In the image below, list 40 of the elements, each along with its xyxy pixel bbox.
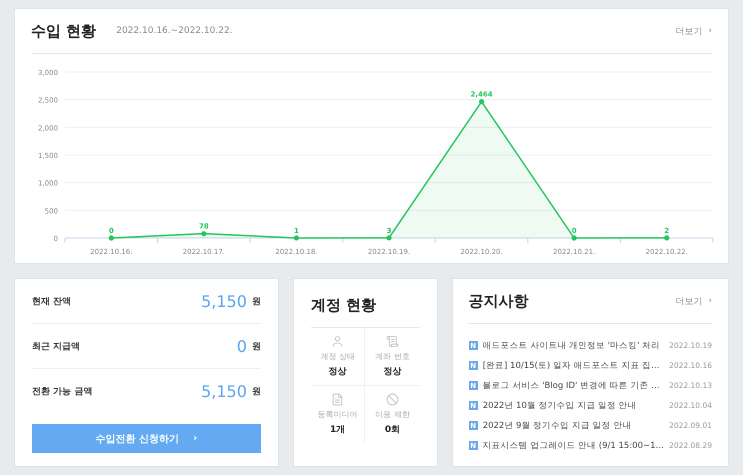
card-title: 계정 현황 bbox=[310, 296, 376, 315]
more-link[interactable]: 더보기 › bbox=[675, 294, 712, 308]
user-icon bbox=[331, 335, 344, 348]
notice-link[interactable]: 애드포스트 사이트내 개인정보 '마스킹' 처리 bbox=[482, 340, 660, 352]
status-label: 이용 제한 bbox=[375, 409, 410, 420]
status-label: 계정 상태 bbox=[320, 351, 355, 362]
document-icon bbox=[331, 393, 344, 406]
status-value: 정상 bbox=[328, 366, 347, 378]
currency-unit: 원 bbox=[252, 386, 261, 398]
balance-amount: 5,150 bbox=[201, 292, 247, 311]
currency-unit: 원 bbox=[252, 340, 261, 353]
card-title: 수입 현황 bbox=[31, 22, 96, 40]
card-title: 공지사항 bbox=[468, 292, 529, 311]
notice-link[interactable]: 블로그 서비스 'Blog ID' 변경에 따른 기존 … bbox=[482, 380, 660, 392]
scroll-icon bbox=[386, 335, 399, 348]
status-label: 계좌 번호 bbox=[375, 351, 410, 362]
date-range: 2022.10.16.~2022.10.22. bbox=[116, 26, 233, 36]
data-point bbox=[201, 231, 206, 236]
ban-icon bbox=[386, 393, 399, 406]
notice-link[interactable]: 지표시스템 업그레이드 안내 (9/1 15:00~1… bbox=[482, 440, 664, 452]
data-point bbox=[478, 99, 484, 104]
data-point bbox=[294, 235, 300, 241]
balance-label: 현재 잔액 bbox=[32, 296, 72, 308]
balance-amount: 0 bbox=[236, 336, 247, 356]
notice-link[interactable]: 2022년 10월 정기수입 지급 일정 안내 bbox=[482, 400, 637, 412]
notice-link[interactable]: 2022년 9월 정기수입 지급 일정 안내 bbox=[482, 420, 632, 432]
balance-label: 최근 지급액 bbox=[32, 340, 80, 353]
data-point bbox=[108, 235, 114, 241]
data-point bbox=[664, 235, 670, 240]
balance-label: 전환 가능 금액 bbox=[32, 386, 92, 398]
more-link[interactable]: 더보기 › bbox=[675, 24, 712, 38]
notice-link[interactable]: [완료] 10/15(토) 일자 애드포스트 지표 집… bbox=[482, 360, 660, 372]
data-point bbox=[386, 235, 392, 240]
currency-unit: 원 bbox=[252, 296, 261, 308]
data-point bbox=[572, 235, 577, 241]
status-value: 0회 bbox=[384, 424, 400, 436]
status-value: 1개 bbox=[330, 424, 346, 436]
balance-amount: 5,150 bbox=[201, 382, 247, 401]
status-value: 정상 bbox=[384, 366, 402, 378]
status-label: 등록미디어 bbox=[318, 409, 358, 420]
